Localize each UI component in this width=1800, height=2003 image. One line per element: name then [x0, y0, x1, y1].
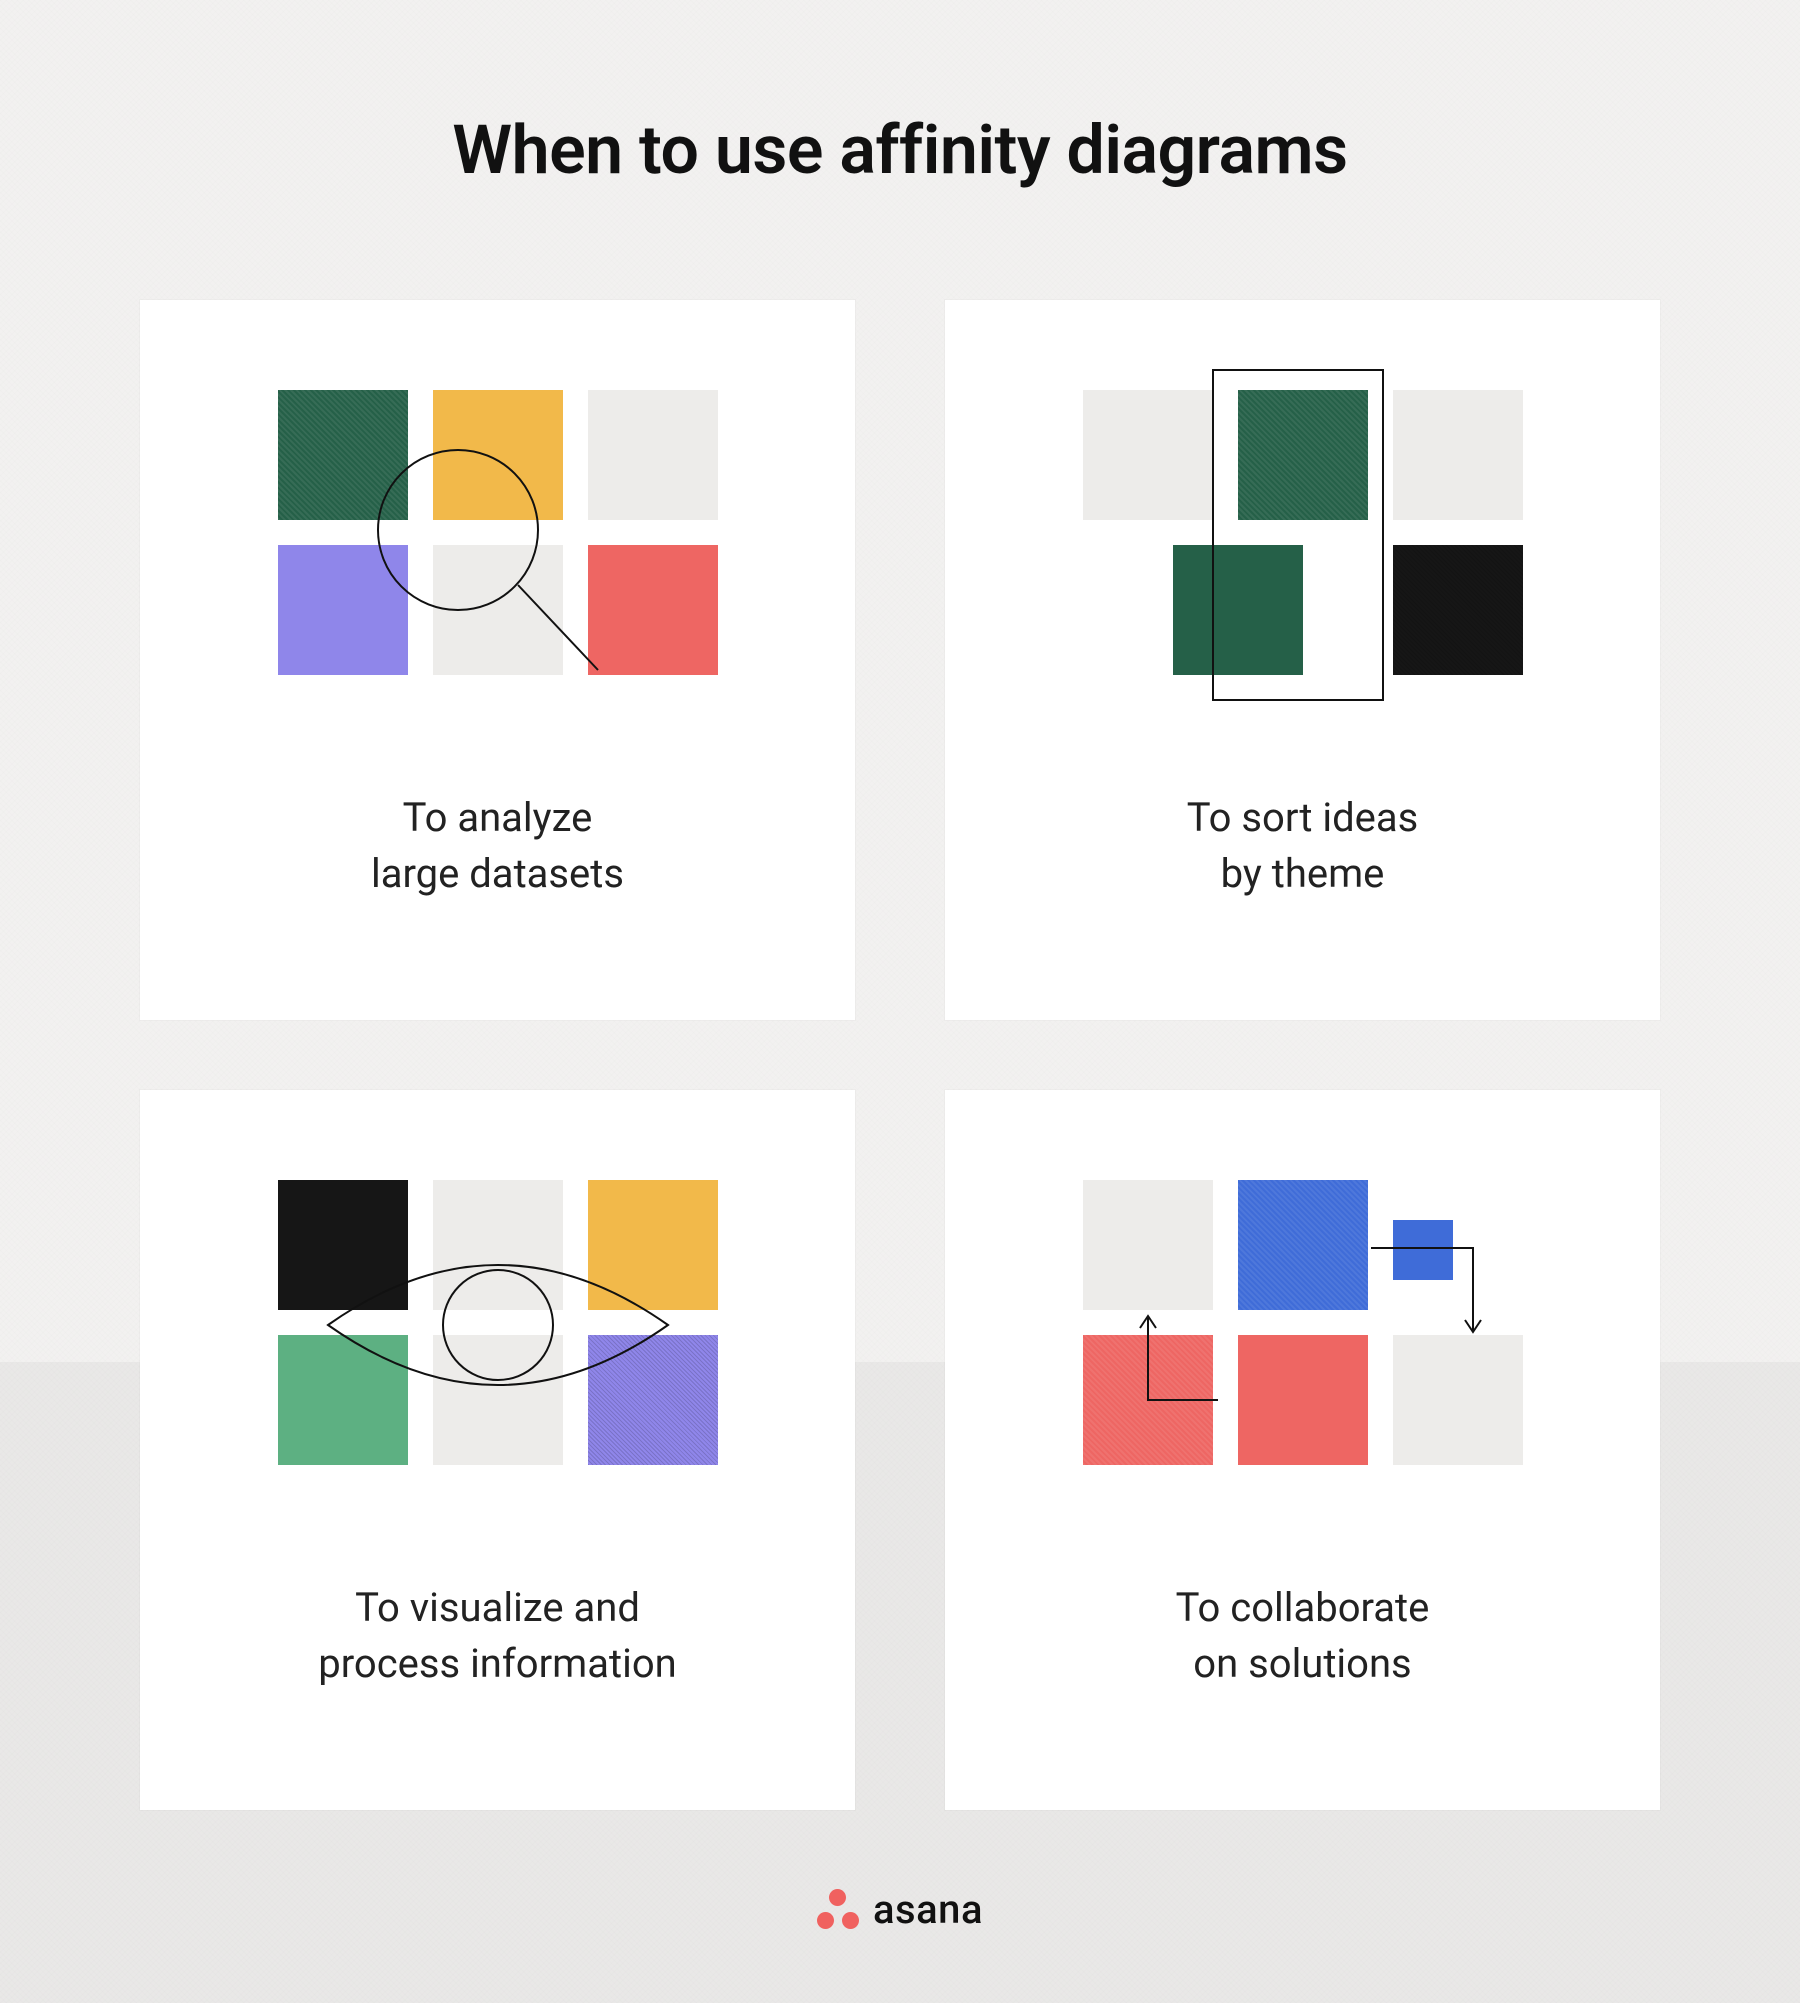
- illustration-collaborate: [1073, 1160, 1533, 1500]
- card-analyze: To analyze large datasets: [140, 300, 855, 1020]
- caption-line: process information: [318, 1640, 676, 1687]
- caption-line: To sort ideas: [1187, 794, 1419, 841]
- caption-line: by theme: [1221, 850, 1385, 897]
- card-caption: To sort ideas by theme: [1187, 790, 1419, 902]
- caption-line: To analyze: [403, 794, 593, 841]
- caption-line: on solutions: [1193, 1640, 1411, 1687]
- magnifier-icon: [268, 370, 728, 710]
- caption-line: To visualize and: [355, 1584, 640, 1631]
- asana-logo-icon: [817, 1889, 859, 1931]
- illustration-visualize: [268, 1160, 728, 1500]
- card-collaborate: To collaborate on solutions: [945, 1090, 1660, 1810]
- connector-arrows-icon: [1073, 1160, 1533, 1500]
- caption-line: large datasets: [371, 850, 624, 897]
- brand-name: asana: [873, 1886, 983, 1933]
- card-visualize: To visualize and process information: [140, 1090, 855, 1810]
- card-sort: To sort ideas by theme: [945, 300, 1660, 1020]
- footer-brand: asana: [0, 1886, 1800, 1933]
- page-title: When to use affinity diagrams: [0, 110, 1800, 190]
- illustration-analyze: [268, 370, 728, 710]
- card-caption: To analyze large datasets: [371, 790, 624, 902]
- page: When to use affinity diagrams To analyze: [0, 0, 1800, 2003]
- card-grid: To analyze large datasets To sort ideas …: [140, 300, 1660, 1810]
- selection-rectangle-icon: [1073, 370, 1533, 710]
- illustration-sort: [1073, 370, 1533, 710]
- caption-line: To collaborate: [1176, 1584, 1430, 1631]
- eye-icon: [268, 1160, 728, 1500]
- card-caption: To collaborate on solutions: [1176, 1580, 1430, 1692]
- card-caption: To visualize and process information: [318, 1580, 676, 1692]
